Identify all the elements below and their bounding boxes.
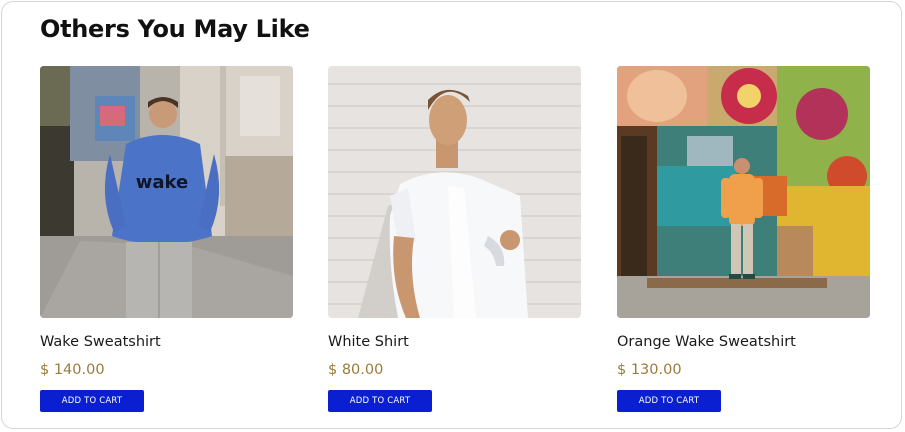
add-to-cart-button[interactable]: ADD TO CART (617, 390, 721, 412)
product-image-white-shirt[interactable] (328, 66, 581, 318)
product-name[interactable]: Orange Wake Sweatshirt (617, 334, 796, 350)
add-to-cart-button[interactable]: ADD TO CART (328, 390, 432, 412)
add-to-cart-button[interactable]: ADD TO CART (40, 390, 144, 412)
product-card-wake-sweatshirt: wake Wake Sweatshirt $ 140.00 ADD TO CAR… (40, 66, 293, 412)
product-price: $ 140.00 (40, 362, 105, 378)
product-name[interactable]: White Shirt (328, 334, 409, 350)
hoodie-print-text: wake (136, 172, 188, 193)
section-title: Others You May Like (40, 15, 310, 43)
product-image-orange-wake-sweatshirt[interactable] (617, 66, 870, 318)
product-card-orange-wake-sweatshirt: Orange Wake Sweatshirt $ 130.00 ADD TO C… (617, 66, 870, 412)
product-price: $ 130.00 (617, 362, 682, 378)
product-price: $ 80.00 (328, 362, 384, 378)
product-name[interactable]: Wake Sweatshirt (40, 334, 161, 350)
product-image-wake-sweatshirt[interactable]: wake (40, 66, 293, 318)
product-card-white-shirt: White Shirt $ 80.00 ADD TO CART (328, 66, 581, 412)
